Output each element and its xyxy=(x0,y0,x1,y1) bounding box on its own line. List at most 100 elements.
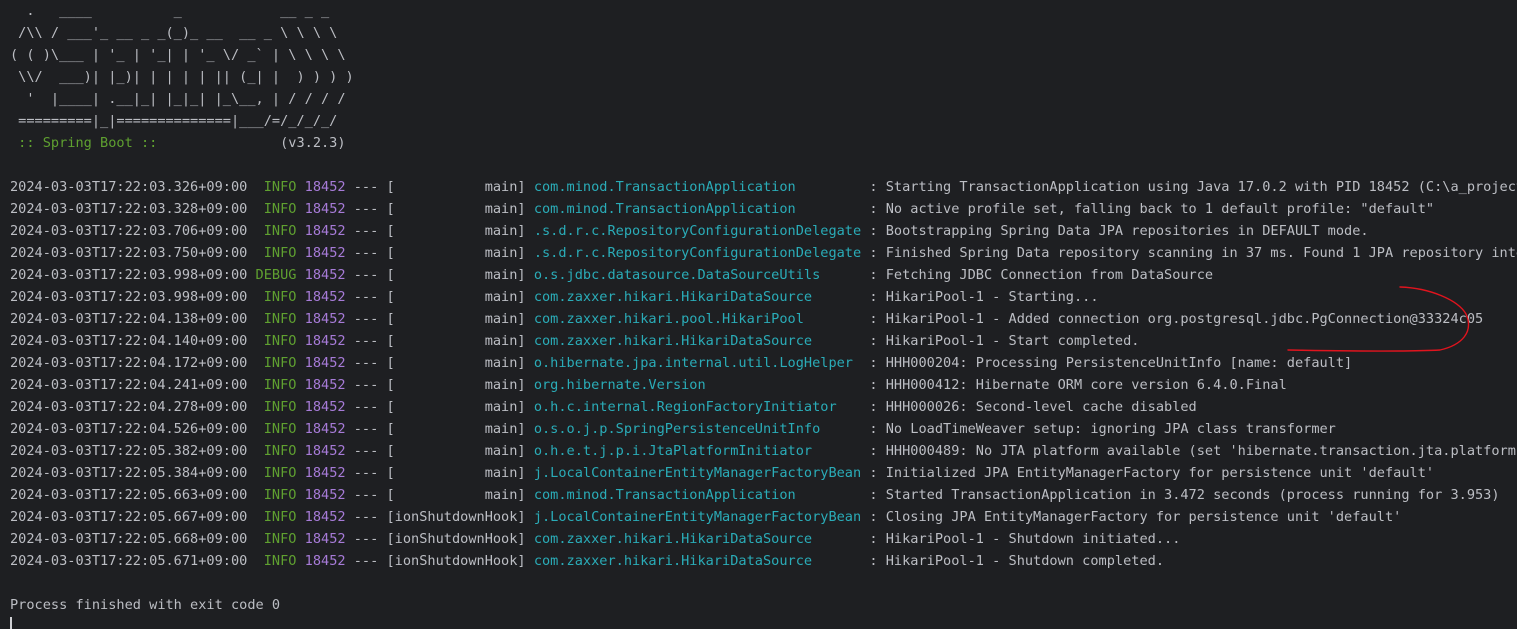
log-logger[interactable]: com.zaxxer.hikari.HikariDataSource xyxy=(534,289,861,305)
log-thread: [ main] xyxy=(386,267,526,283)
log-logger[interactable]: o.s.o.j.p.SpringPersistenceUnitInfo xyxy=(534,421,861,437)
log-message: : Closing JPA EntityManagerFactory for p… xyxy=(869,509,1402,525)
log-gap xyxy=(247,553,255,569)
log-timestamp: 2024-03-03T17:22:05.668+09:00 xyxy=(10,531,248,547)
log-gap xyxy=(296,355,304,371)
log-timestamp: 2024-03-03T17:22:03.998+09:00 xyxy=(10,267,248,283)
log-gap xyxy=(247,245,255,261)
log-timestamp: 2024-03-03T17:22:04.526+09:00 xyxy=(10,421,248,437)
log-gap xyxy=(526,267,534,283)
log-logger[interactable]: com.zaxxer.hikari.HikariDataSource xyxy=(534,531,861,547)
log-level: DEBUG xyxy=(255,267,297,283)
log-thread: [ionShutdownHook] xyxy=(386,553,526,569)
log-separator: --- xyxy=(345,267,387,283)
log-logger[interactable]: .s.d.r.c.RepositoryConfigurationDelegate xyxy=(534,223,861,239)
log-pid: 18452 xyxy=(304,421,346,437)
log-line: 2024-03-03T17:22:03.326+09:00 INFO 18452… xyxy=(10,176,1517,198)
log-logger[interactable]: .s.d.r.c.RepositoryConfigurationDelegate xyxy=(534,245,861,261)
log-gap xyxy=(296,201,304,217)
log-gap xyxy=(296,179,304,195)
log-gap xyxy=(526,377,534,393)
log-gap xyxy=(247,487,255,503)
log-thread: [ main] xyxy=(386,333,526,349)
log-gap xyxy=(296,509,304,525)
log-logger[interactable]: j.LocalContainerEntityManagerFactoryBean xyxy=(534,465,861,481)
log-gap xyxy=(296,553,304,569)
log-pid: 18452 xyxy=(304,553,346,569)
log-level: INFO xyxy=(255,355,297,371)
log-thread: [ main] xyxy=(386,179,526,195)
log-timestamp: 2024-03-03T17:22:05.671+09:00 xyxy=(10,553,248,569)
log-separator: --- xyxy=(345,509,387,525)
log-gap xyxy=(247,223,255,239)
log-timestamp: 2024-03-03T17:22:04.140+09:00 xyxy=(10,333,248,349)
log-gap xyxy=(247,421,255,437)
log-level: INFO xyxy=(255,179,297,195)
log-separator: --- xyxy=(345,311,387,327)
log-level: INFO xyxy=(255,465,297,481)
log-message: : HHH000412: Hibernate ORM core version … xyxy=(869,377,1287,393)
log-thread: [ main] xyxy=(386,311,526,327)
log-gap xyxy=(247,399,255,415)
log-pid: 18452 xyxy=(304,179,346,195)
log-level: INFO xyxy=(255,289,297,305)
log-logger[interactable]: com.minod.TransactionApplication xyxy=(534,201,861,217)
log-logger[interactable]: o.h.c.internal.RegionFactoryInitiator xyxy=(534,399,861,415)
log-logger[interactable]: com.minod.TransactionApplication xyxy=(534,179,861,195)
log-separator: --- xyxy=(345,487,387,503)
log-pid: 18452 xyxy=(304,201,346,217)
banner-line: /\\ / ___'_ __ _ _(_)_ __ __ _ \ \ \ \ xyxy=(10,25,338,41)
log-thread: [ionShutdownHook] xyxy=(386,531,526,547)
log-lines: 2024-03-03T17:22:03.326+09:00 INFO 18452… xyxy=(10,176,1517,572)
log-separator: --- xyxy=(345,465,387,481)
banner-line: ( ( )\___ | '_ | '_| | '_ \/ _` | \ \ \ … xyxy=(10,47,346,63)
log-logger[interactable]: o.s.jdbc.datasource.DataSourceUtils xyxy=(534,267,861,283)
log-timestamp: 2024-03-03T17:22:05.384+09:00 xyxy=(10,465,248,481)
log-logger[interactable]: com.zaxxer.hikari.HikariDataSource xyxy=(534,553,861,569)
text-caret xyxy=(10,617,12,629)
log-line: 2024-03-03T17:22:04.138+09:00 INFO 18452… xyxy=(10,308,1517,330)
log-separator: --- xyxy=(345,355,387,371)
log-gap xyxy=(247,333,255,349)
log-line: 2024-03-03T17:22:03.998+09:00 DEBUG 1845… xyxy=(10,264,1517,286)
log-pid: 18452 xyxy=(304,377,346,393)
log-gap xyxy=(247,179,255,195)
console-output[interactable]: . ____ _ __ _ _ /\\ / ___'_ __ _ _(_)_ _… xyxy=(10,0,1517,627)
log-gap xyxy=(526,553,534,569)
log-separator: --- xyxy=(345,333,387,349)
log-gap xyxy=(296,289,304,305)
log-logger[interactable]: j.LocalContainerEntityManagerFactoryBean xyxy=(534,509,861,525)
log-gap xyxy=(526,443,534,459)
log-logger[interactable]: com.zaxxer.hikari.pool.HikariPool xyxy=(534,311,861,327)
log-gap xyxy=(247,355,255,371)
log-gap xyxy=(296,531,304,547)
log-logger[interactable]: org.hibernate.Version xyxy=(534,377,861,393)
log-gap xyxy=(526,245,534,261)
log-line: 2024-03-03T17:22:03.706+09:00 INFO 18452… xyxy=(10,220,1517,242)
log-timestamp: 2024-03-03T17:22:05.667+09:00 xyxy=(10,509,248,525)
exit-message: Process finished with exit code 0 xyxy=(10,597,281,613)
banner-line: \\/ ___)| |_)| | | | | || (_| | ) ) ) ) xyxy=(10,69,354,85)
log-gap xyxy=(247,531,255,547)
log-message: : Finished Spring Data repository scanni… xyxy=(869,245,1517,261)
log-line: 2024-03-03T17:22:03.328+09:00 INFO 18452… xyxy=(10,198,1517,220)
log-logger[interactable]: com.zaxxer.hikari.HikariDataSource xyxy=(534,333,861,349)
log-logger[interactable]: o.h.e.t.j.p.i.JtaPlatformInitiator xyxy=(534,443,861,459)
log-thread: [ main] xyxy=(386,377,526,393)
log-level: INFO xyxy=(255,531,297,547)
log-message: : Starting TransactionApplication using … xyxy=(869,179,1517,195)
log-pid: 18452 xyxy=(304,223,346,239)
log-separator: --- xyxy=(345,201,387,217)
log-logger[interactable]: o.hibernate.jpa.internal.util.LogHelper xyxy=(534,355,861,371)
log-gap xyxy=(296,311,304,327)
log-level: INFO xyxy=(255,421,297,437)
log-logger[interactable]: com.minod.TransactionApplication xyxy=(534,487,861,503)
log-message: : No active profile set, falling back to… xyxy=(869,201,1435,217)
log-timestamp: 2024-03-03T17:22:04.138+09:00 xyxy=(10,311,248,327)
log-message: : No LoadTimeWeaver setup: ignoring JPA … xyxy=(869,421,1336,437)
spring-boot-banner: . ____ _ __ _ _ /\\ / ___'_ __ _ _(_)_ _… xyxy=(10,0,1517,154)
log-gap xyxy=(247,311,255,327)
log-timestamp: 2024-03-03T17:22:03.328+09:00 xyxy=(10,201,248,217)
log-level: INFO xyxy=(255,443,297,459)
